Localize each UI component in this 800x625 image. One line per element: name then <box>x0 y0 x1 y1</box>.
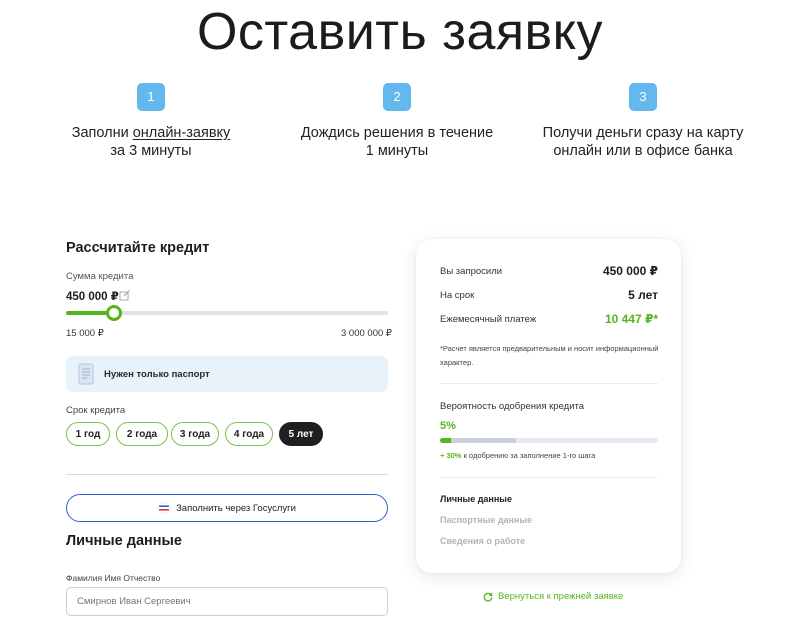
requested-label: Вы запросили <box>440 266 503 277</box>
passport-notice: Нужен только паспорт <box>66 356 388 392</box>
term-label: Срок кредита <box>66 405 126 416</box>
calculation-note: *Расчет является предварительным и носит… <box>440 344 659 367</box>
term-option-4-years[interactable]: 4 года <box>225 422 273 446</box>
payment-label: Ежемесячный платеж <box>440 314 537 325</box>
document-icon <box>78 363 94 385</box>
step-3-text: Получи деньги сразу на карту онлайн или … <box>513 124 773 160</box>
approval-probability-next <box>440 438 516 443</box>
requested-value: 450 000 ₽ <box>602 264 658 278</box>
section-divider <box>66 474 388 475</box>
term-summary-value: 5 лет <box>628 288 658 302</box>
form-step-passport: Паспортные данные <box>440 515 533 525</box>
term-option-2-years[interactable]: 2 года <box>116 422 168 446</box>
approval-bonus-text: к одобрению за заполнение 1-го шага <box>461 451 596 460</box>
amount-value: 450 000 ₽ <box>66 291 119 303</box>
step-3-text-line2: онлайн или в офисе банка <box>553 143 733 159</box>
step-3-number: 3 <box>629 83 657 111</box>
step-1: 1 Заполни онлайн-заявку за 3 минуты <box>21 83 281 160</box>
amount-slider-handle[interactable] <box>106 305 122 321</box>
online-application-link[interactable]: онлайн-заявку <box>133 125 231 141</box>
approval-bonus-value: + 30% <box>440 451 462 460</box>
gosuslugi-logo-icon <box>158 502 170 514</box>
page-title: Оставить заявку <box>196 3 603 61</box>
card-divider-2 <box>440 477 658 478</box>
amount-max-label: 3 000 000 ₽ <box>341 328 392 339</box>
term-option-1-year[interactable]: 1 год <box>66 422 110 446</box>
refresh-icon <box>483 592 493 602</box>
summary-card: Вы запросили 450 000 ₽ На срок 5 лет Еже… <box>416 239 681 573</box>
term-option-5-years[interactable]: 5 лет <box>279 422 323 446</box>
passport-notice-text: Нужен только паспорт <box>104 369 210 380</box>
step-1-text-line2: за 3 минуты <box>110 143 192 159</box>
personal-section-title: Личные данные <box>66 533 182 549</box>
calculator-title: Рассчитайте кредит <box>66 240 210 256</box>
approval-probability-fill <box>440 438 451 443</box>
amount-slider[interactable] <box>66 305 388 321</box>
approval-probability-value: 5% <box>440 420 456 432</box>
step-3: 3 Получи деньги сразу на карту онлайн ил… <box>513 83 773 160</box>
step-2-text-line2: 1 минуты <box>365 143 429 159</box>
approval-bonus-note: + 30% к одобрению за заполнение 1-го шаг… <box>440 451 595 460</box>
amount-label: Сумма кредита <box>66 271 134 282</box>
step-3-text-line1: Получи деньги сразу на карту <box>542 125 744 141</box>
fio-label: Фамилия Имя Отчество <box>66 573 161 583</box>
step-1-text: Заполни онлайн-заявку за 3 минуты <box>21 124 281 160</box>
step-1-text-prefix: Заполни <box>71 125 133 141</box>
term-option-3-years[interactable]: 3 года <box>171 422 219 446</box>
fio-input[interactable] <box>66 587 388 616</box>
card-divider <box>440 383 658 384</box>
amount-min-label: 15 000 ₽ <box>66 328 104 339</box>
step-2-text-line1: Дождись решения в течение <box>300 125 494 141</box>
edit-icon[interactable] <box>119 289 131 301</box>
payment-value: 10 447 ₽* <box>604 312 658 326</box>
approval-probability-label: Вероятность одобрения кредита <box>440 401 585 412</box>
step-2-number: 2 <box>383 83 411 111</box>
approval-probability-bar <box>440 438 658 443</box>
gosuslugi-button-label: Заполнить через Госуслуги <box>176 502 296 514</box>
term-summary-label: На срок <box>440 290 475 301</box>
return-to-previous-application-link[interactable]: Вернуться к прежней заявке <box>483 591 623 602</box>
step-2-text: Дождись решения в течение 1 минуты <box>267 124 527 160</box>
form-step-work: Сведения о работе <box>440 536 526 546</box>
form-step-personal[interactable]: Личные данные <box>440 494 512 504</box>
step-1-number: 1 <box>137 83 165 111</box>
gosuslugi-button[interactable]: Заполнить через Госуслуги <box>66 494 388 522</box>
return-link-label: Вернуться к прежней заявке <box>498 591 624 602</box>
step-2: 2 Дождись решения в течение 1 минуты <box>267 83 527 160</box>
